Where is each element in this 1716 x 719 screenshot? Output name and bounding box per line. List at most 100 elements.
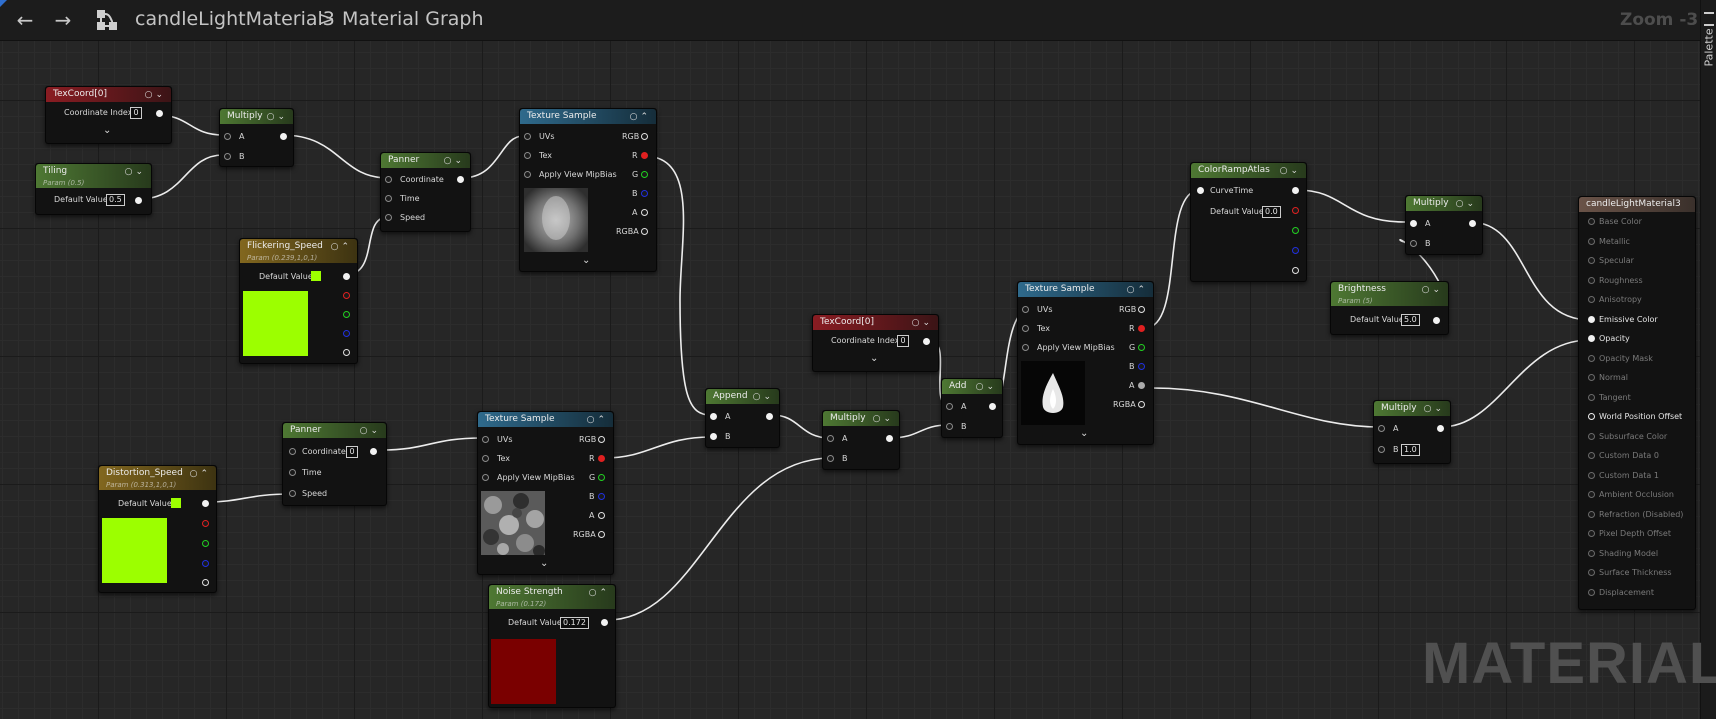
output-pin-a[interactable] <box>202 579 209 586</box>
output-pin-r[interactable] <box>1138 325 1145 332</box>
input-pin-speed[interactable] <box>385 214 392 221</box>
output-pin-rgb[interactable] <box>1138 306 1145 313</box>
output-pin-rgb[interactable] <box>598 436 605 443</box>
output-pin-r[interactable] <box>1292 207 1299 214</box>
output-pin-b[interactable] <box>343 330 350 337</box>
input-pin-mipbias[interactable] <box>482 474 489 481</box>
output-pin-r[interactable] <box>641 152 648 159</box>
expand-icon[interactable]: ⌄ <box>1080 428 1088 439</box>
flickering-speed-param-node[interactable]: Flickering_Speed Param (0.239,1,0,1) ○⌃ De… <box>239 238 358 364</box>
coordinate-index-field[interactable]: 0 <box>130 107 142 119</box>
output-pin[interactable] <box>135 197 142 204</box>
output-pin-a[interactable] <box>343 349 350 356</box>
default-value-field[interactable]: 5.0 <box>1401 314 1420 326</box>
input-pin-coordinate[interactable] <box>289 448 296 455</box>
output-pin-r[interactable] <box>202 520 209 527</box>
node-collapse-icon[interactable]: ○⌄ <box>444 154 465 169</box>
input-pin-b[interactable] <box>1410 240 1417 247</box>
output-pin[interactable] <box>1433 317 1440 324</box>
texture-sample-node-3[interactable]: Texture Sample ○⌃ UVs Tex Apply View MipB… <box>1017 281 1154 445</box>
expand-icon[interactable]: ⌄ <box>103 125 111 136</box>
input-pin-coordinate[interactable] <box>385 176 392 183</box>
input-pin-speed[interactable] <box>289 490 296 497</box>
input-pin-uvs[interactable] <box>482 436 489 443</box>
b-value-field[interactable]: 1.0 <box>1401 444 1420 456</box>
multiply-node-3[interactable]: Multiply ○⌄ A B <box>1405 195 1483 255</box>
color-swatch-small[interactable] <box>311 271 321 281</box>
node-collapse-icon[interactable]: ○⌄ <box>1422 283 1443 298</box>
input-pin-b[interactable] <box>1378 446 1385 453</box>
input-pin-uvs[interactable] <box>524 133 531 140</box>
color-swatch-small[interactable] <box>171 498 181 508</box>
panner-node-1[interactable]: Panner ○⌄ Coordinate Time Speed <box>380 152 471 232</box>
multiply-node-2[interactable]: Multiply ○⌄ A B <box>822 410 900 470</box>
output-pin[interactable] <box>923 338 930 345</box>
input-pin-time[interactable] <box>385 195 392 202</box>
input-pin-b[interactable] <box>710 433 717 440</box>
texcoord-node-1[interactable]: TexCoord[0] ○⌄ Coordinate Index 0 ⌄ <box>45 86 172 144</box>
node-collapse-icon[interactable]: ○⌄ <box>753 390 774 405</box>
result-node[interactable]: candleLightMaterial3 Base Color Metallic… <box>1578 196 1696 610</box>
input-pin-uvs[interactable] <box>1022 306 1029 313</box>
input-pin-b[interactable] <box>946 423 953 430</box>
input-pin-b[interactable] <box>224 153 231 160</box>
output-pin[interactable] <box>370 448 377 455</box>
output-pin-g[interactable] <box>1138 344 1145 351</box>
node-collapse-icon[interactable]: ○⌄ <box>125 165 146 180</box>
expand-icon[interactable]: ⌄ <box>582 255 590 266</box>
input-pin-a[interactable] <box>224 133 231 140</box>
arrow-left-icon[interactable]: ← <box>12 8 38 32</box>
node-collapse-icon[interactable]: ○⌄ <box>267 110 288 125</box>
output-pin[interactable] <box>766 413 773 420</box>
output-pin-a[interactable] <box>598 512 605 519</box>
menu-icon[interactable] <box>1704 12 1714 26</box>
output-pin-b[interactable] <box>598 493 605 500</box>
output-pin[interactable] <box>156 110 163 117</box>
input-pin-tex[interactable] <box>1022 325 1029 332</box>
node-collapse-icon[interactable]: ○⌄ <box>1456 197 1477 212</box>
node-collapse-icon[interactable]: ○⌄ <box>976 380 997 395</box>
output-pin[interactable] <box>457 176 464 183</box>
output-pin[interactable] <box>1469 220 1476 227</box>
output-pin-rgba[interactable] <box>641 228 648 235</box>
output-pin-b[interactable] <box>202 560 209 567</box>
input-pin-mipbias[interactable] <box>1022 344 1029 351</box>
output-pin-g[interactable] <box>343 311 350 318</box>
brightness-param-node[interactable]: Brightness Param (5) ○⌄ Default Value 5.0 <box>1330 281 1449 335</box>
output-pin-rgba[interactable] <box>598 531 605 538</box>
output-pin-rgb[interactable] <box>343 273 350 280</box>
output-pin-a[interactable] <box>1138 382 1145 389</box>
input-pin-tex[interactable] <box>524 152 531 159</box>
default-value-field[interactable]: 0.0 <box>1262 206 1281 218</box>
append-node[interactable]: Append ○⌄ A B <box>705 388 780 448</box>
node-collapse-icon[interactable]: ○⌄ <box>145 88 166 103</box>
output-pin-a[interactable] <box>641 209 648 216</box>
output-pin-r[interactable] <box>343 292 350 299</box>
output-pin-b[interactable] <box>1292 247 1299 254</box>
expand-icon[interactable]: ⌄ <box>540 558 548 569</box>
output-pin-a[interactable] <box>1292 267 1299 274</box>
node-collapse-icon[interactable]: ○⌄ <box>912 316 933 331</box>
output-pin-g[interactable] <box>1292 227 1299 234</box>
input-pin-a[interactable] <box>710 413 717 420</box>
input-pin-a[interactable] <box>1410 220 1417 227</box>
input-pin-b[interactable] <box>827 455 834 462</box>
input-pin-a[interactable] <box>827 435 834 442</box>
output-pin[interactable] <box>989 403 996 410</box>
output-pin-rgb[interactable] <box>202 500 209 507</box>
output-pin-rgb[interactable] <box>641 133 648 140</box>
output-pin-b[interactable] <box>1138 363 1145 370</box>
expand-icon[interactable]: ⌄ <box>870 353 878 364</box>
output-pin-rgb[interactable] <box>1292 187 1299 194</box>
texture-sample-node-1[interactable]: Texture Sample ○⌃ UVs Tex Apply View MipB… <box>519 108 657 272</box>
palette-panel[interactable]: Palette <box>1700 0 1716 719</box>
node-collapse-icon[interactable]: ○⌃ <box>630 110 651 125</box>
node-collapse-icon[interactable]: ○⌃ <box>331 240 352 255</box>
input-pin-curvetime[interactable] <box>1197 187 1204 194</box>
coordinate-index-field[interactable]: 0 <box>897 335 909 347</box>
default-value-field[interactable]: 0.5 <box>106 194 125 206</box>
output-pin[interactable] <box>1437 425 1444 432</box>
noise-strength-param-node[interactable]: Noise Strength Param (0.172) ○⌃ Default Va… <box>488 584 616 708</box>
default-value-field[interactable]: 0.172 <box>560 617 589 629</box>
output-pin[interactable] <box>601 619 608 626</box>
